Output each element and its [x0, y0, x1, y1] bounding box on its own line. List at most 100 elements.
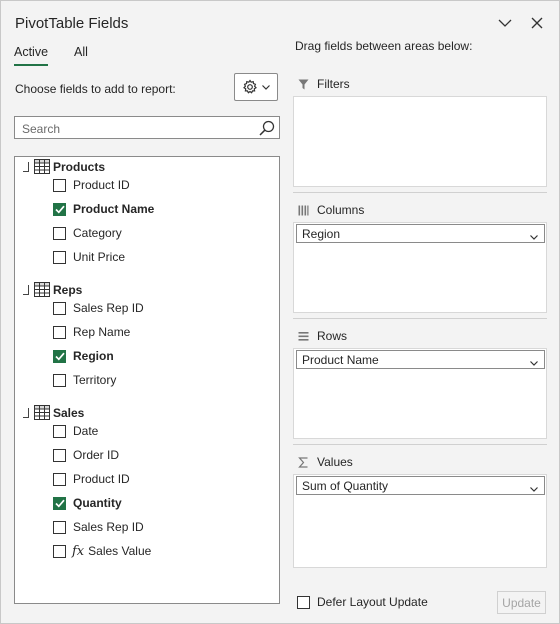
area-divider: [293, 192, 547, 193]
tree-connector: [23, 408, 29, 418]
field-checkbox[interactable]: [53, 301, 66, 315]
field-item[interactable]: Quantity: [53, 493, 122, 513]
table-icon: [34, 282, 50, 300]
checkmark-icon: [54, 205, 65, 214]
table-name: Sales: [53, 406, 85, 420]
pane-title: PivotTable Fields: [15, 15, 129, 32]
field-label: Sales Rep ID: [73, 301, 144, 315]
field-label: Sales Rep ID: [73, 520, 144, 534]
values-field-pill[interactable]: Sum of Quantity: [296, 476, 545, 495]
close-icon[interactable]: [527, 13, 547, 33]
field-label: Unit Price: [73, 250, 126, 264]
defer-layout-update[interactable]: Defer Layout Update: [297, 595, 428, 609]
rows-area-header: Rows: [298, 329, 347, 343]
field-checkbox[interactable]: [53, 448, 66, 462]
field-checkbox[interactable]: [53, 178, 66, 192]
values-label: Values: [317, 455, 353, 469]
field-label: Product ID: [73, 178, 130, 192]
field-item[interactable]: Order ID: [53, 445, 119, 465]
checkmark-icon: [54, 499, 65, 508]
table-icon: [34, 405, 50, 423]
field-checkbox[interactable]: [53, 226, 66, 240]
fx-measure-icon: fx: [72, 543, 85, 559]
field-checkbox[interactable]: [53, 373, 66, 387]
field-checkbox[interactable]: [53, 520, 66, 534]
field-checkbox[interactable]: [53, 496, 66, 510]
field-label: Sales Value: [88, 544, 152, 558]
chevron-down-icon[interactable]: [530, 229, 538, 243]
field-item[interactable]: Territory: [53, 370, 116, 390]
area-divider: [293, 444, 547, 445]
field-item[interactable]: Date: [53, 421, 98, 441]
field-label: Territory: [73, 373, 117, 387]
area-divider: [293, 318, 547, 319]
defer-checkbox[interactable]: [297, 595, 310, 609]
update-button[interactable]: Update: [497, 591, 546, 614]
tree-connector: [23, 162, 29, 172]
chevron-down-icon[interactable]: [495, 13, 515, 33]
table-name: Reps: [53, 283, 83, 297]
checkmark-icon: [54, 352, 65, 361]
field-label: Rep Name: [73, 325, 131, 339]
filter-icon: [298, 79, 309, 89]
field-item[interactable]: Category: [53, 223, 122, 243]
field-item[interactable]: Product ID: [53, 469, 130, 489]
field-item[interactable]: Product Name: [53, 199, 154, 219]
choose-fields-label: Choose fields to add to report:: [15, 82, 176, 96]
values-area-header: Values: [298, 455, 353, 469]
field-item[interactable]: Unit Price: [53, 247, 125, 267]
field-item[interactable]: Sales Rep ID: [53, 517, 144, 537]
search-input[interactable]: [20, 119, 254, 138]
search-icon[interactable]: [258, 119, 276, 140]
values-drop-area[interactable]: Sum of Quantity: [293, 474, 547, 568]
chevron-down-icon[interactable]: [530, 481, 538, 495]
table-products[interactable]: Products: [15, 157, 279, 177]
field-settings-button[interactable]: [234, 73, 278, 101]
field-checkbox[interactable]: [53, 472, 66, 486]
columns-icon: [298, 205, 309, 215]
pill-label: Region: [302, 227, 341, 241]
rows-field-pill[interactable]: Product Name: [296, 350, 545, 369]
search-box: [14, 116, 280, 139]
field-checkbox[interactable]: [53, 544, 66, 558]
field-label: Quantity: [73, 496, 122, 510]
field-checkbox[interactable]: [53, 250, 66, 264]
pill-label: Sum of Quantity: [302, 479, 389, 493]
columns-drop-area[interactable]: Region: [293, 222, 547, 313]
field-item[interactable]: Sales Rep ID: [53, 298, 144, 318]
field-label: Category: [73, 226, 122, 240]
table-icon: [34, 159, 50, 177]
drag-fields-label: Drag fields between areas below:: [295, 39, 473, 53]
rows-icon: [298, 331, 309, 341]
filters-drop-area[interactable]: [293, 96, 547, 187]
defer-label: Defer Layout Update: [317, 595, 428, 609]
columns-area-header: Columns: [298, 203, 364, 217]
field-label: Product Name: [73, 202, 155, 216]
table-sales[interactable]: Sales: [15, 403, 279, 423]
pill-label: Product Name: [302, 353, 379, 367]
field-checkbox[interactable]: [53, 202, 66, 216]
rows-drop-area[interactable]: Product Name: [293, 348, 547, 439]
tab-all[interactable]: All: [74, 45, 88, 66]
field-checkbox[interactable]: [53, 349, 66, 363]
columns-field-pill[interactable]: Region: [296, 224, 545, 243]
table-reps[interactable]: Reps: [15, 280, 279, 300]
tab-active[interactable]: Active: [14, 45, 49, 66]
field-label: Order ID: [73, 448, 120, 462]
field-item[interactable]: Product ID: [53, 175, 130, 195]
field-item[interactable]: fx Sales Value: [53, 541, 151, 561]
field-item[interactable]: Rep Name: [53, 322, 130, 342]
chevron-down-icon: [262, 84, 270, 90]
field-checkbox[interactable]: [53, 424, 66, 438]
tree-connector: [23, 285, 29, 295]
field-label: Region: [73, 349, 114, 363]
chevron-down-icon[interactable]: [530, 355, 538, 369]
rows-label: Rows: [317, 329, 348, 343]
field-label: Date: [73, 424, 99, 438]
pivottable-fields-pane: PivotTable Fields Active All Choose fiel…: [0, 0, 560, 624]
tab-strip: Active All: [14, 45, 88, 66]
gear-icon: [243, 79, 257, 94]
table-name: Products: [53, 160, 106, 174]
field-item[interactable]: Region: [53, 346, 114, 366]
field-checkbox[interactable]: [53, 325, 66, 339]
